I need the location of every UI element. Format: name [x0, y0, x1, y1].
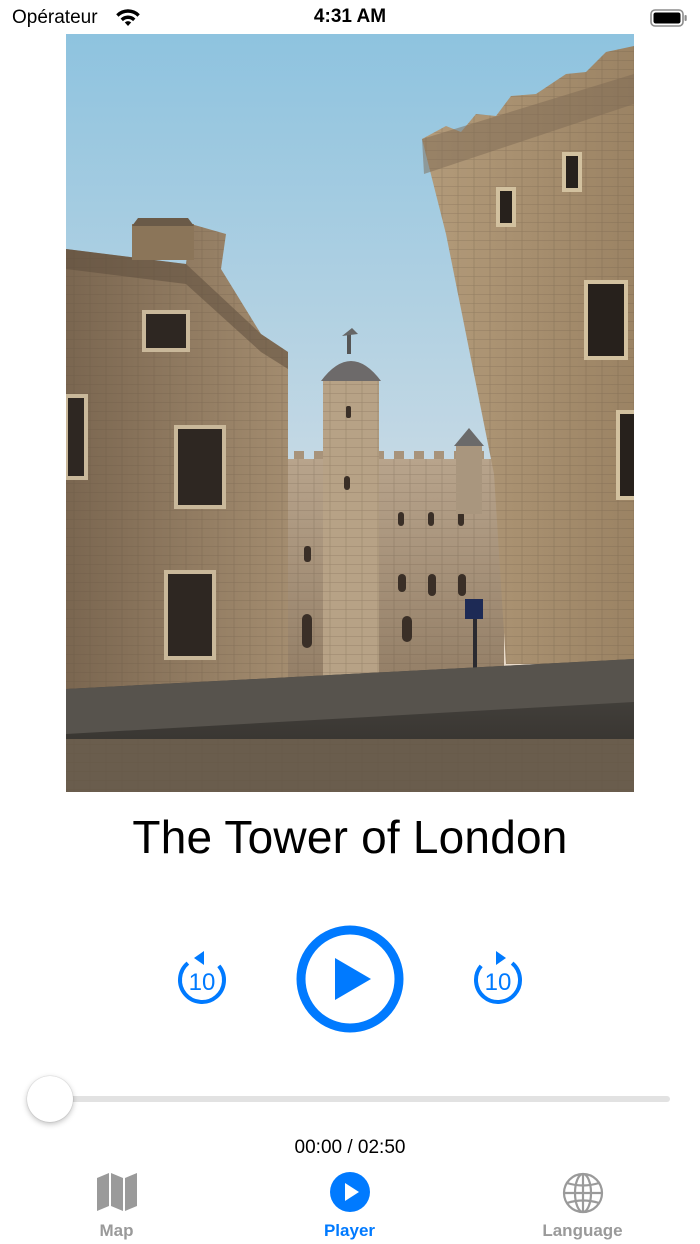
track-title: The Tower of London [132, 811, 568, 863]
tab-map-label: Map [99, 1221, 134, 1240]
skip-forward-button[interactable]: 10 [472, 950, 524, 1008]
play-circle-icon [329, 1172, 370, 1217]
tab-language-label: Language [542, 1221, 623, 1240]
globe-icon [562, 1172, 604, 1219]
map-icon [96, 1172, 138, 1217]
skip-back-button[interactable]: 10 [176, 950, 228, 1008]
skip-forward-10-icon: 10 [474, 951, 522, 1004]
playback-time: 00:00 / 02:50 [294, 1137, 406, 1158]
progress-slider-thumb[interactable] [27, 1076, 73, 1122]
skip-forward-label: 10 [485, 969, 512, 996]
track-artwork [66, 34, 634, 792]
status-bar: Opérateur 4:31 AM [0, 0, 700, 34]
tab-player-label: Player [323, 1221, 376, 1240]
progress-slider-track[interactable] [50, 1096, 670, 1102]
tab-player[interactable]: Player [233, 1164, 466, 1244]
play-button[interactable] [295, 924, 405, 1034]
play-circle-icon [296, 925, 404, 1033]
skip-back-10-icon: 10 [178, 951, 226, 1004]
tab-bar: Map Player Language [0, 1164, 700, 1244]
tab-map[interactable]: Map [0, 1164, 233, 1244]
battery-icon [650, 9, 688, 32]
status-time: 4:31 AM [313, 6, 387, 27]
skip-back-label: 10 [189, 969, 216, 996]
tab-language[interactable]: Language [466, 1164, 699, 1244]
